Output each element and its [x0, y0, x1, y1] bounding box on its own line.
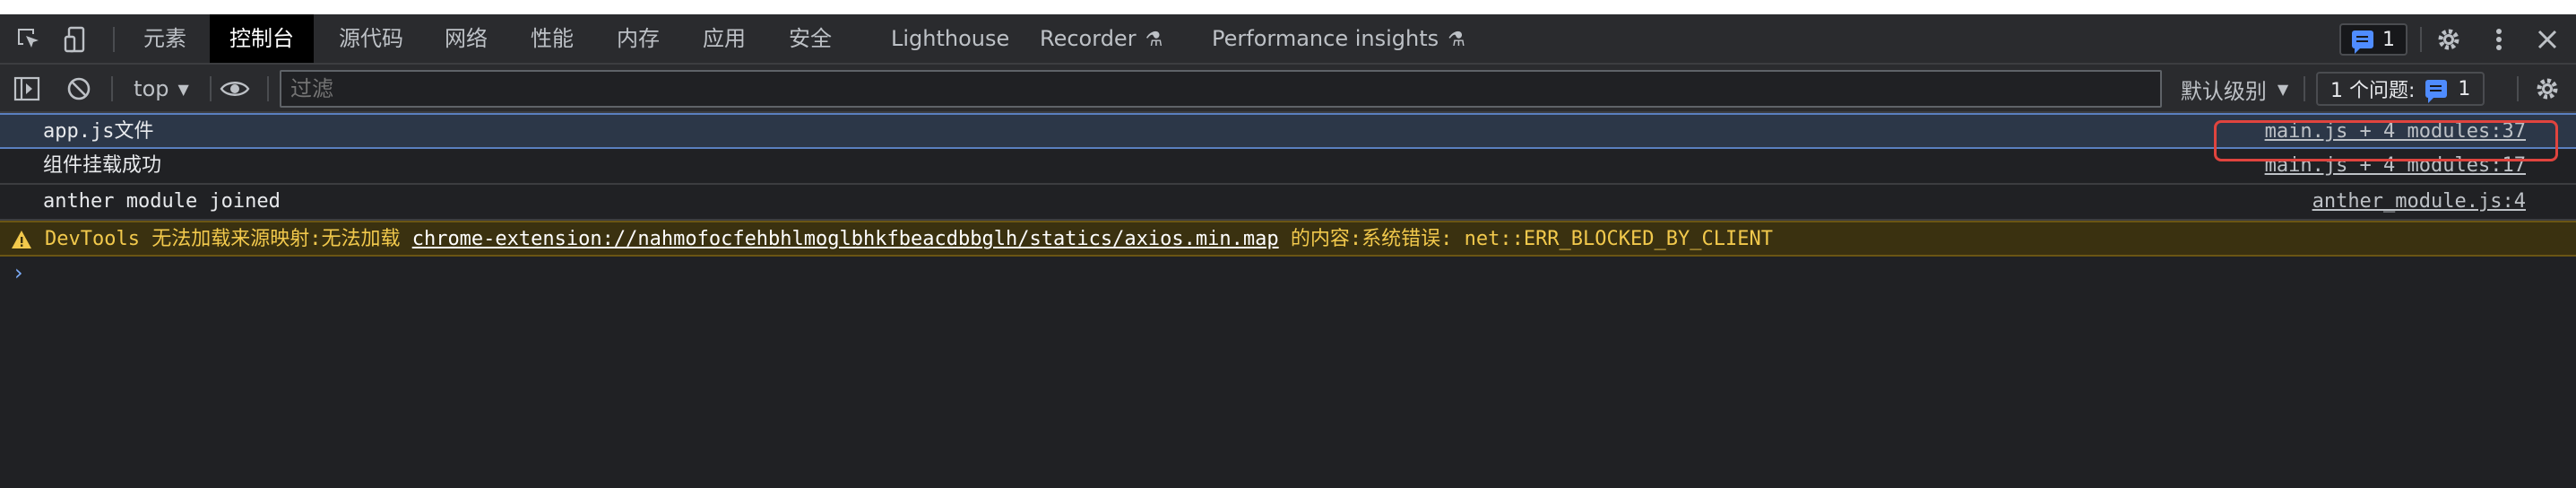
- console-message-text: app.js文件: [43, 120, 154, 143]
- tab-performance-insights-label: Performance insights: [1212, 26, 1439, 51]
- console-toolbar: top ▼ 默认级别 ▼ 1 个问题: 1: [0, 65, 2576, 113]
- more-vert-icon[interactable]: [2481, 22, 2517, 57]
- window-top-band: [0, 0, 2576, 14]
- device-toggle-icon[interactable]: [59, 22, 95, 57]
- tab-network[interactable]: 网络: [445, 14, 488, 63]
- context-selector-label: top: [134, 76, 169, 101]
- flask-icon: ⚗: [1145, 29, 1163, 51]
- tab-elements[interactable]: 元素: [143, 14, 186, 63]
- filter-input[interactable]: [280, 70, 2162, 108]
- tab-memory[interactable]: 内存: [617, 14, 660, 63]
- console-messages: app.js文件 main.js + 4 modules:37 组件挂载成功 m…: [0, 113, 2576, 292]
- source-link[interactable]: anther_module.js:4: [2312, 185, 2526, 219]
- log-levels-dropdown[interactable]: 默认级别 ▼: [2176, 71, 2293, 107]
- devtools-tab-bar: 元素 控制台 源代码 网络 性能 内存 应用 安全 Lighthouse Rec…: [0, 14, 2576, 65]
- tab-sources[interactable]: 源代码: [339, 14, 403, 63]
- tab-lighthouse[interactable]: Lighthouse: [891, 14, 1009, 63]
- tab-performance[interactable]: 性能: [531, 14, 574, 63]
- warning-triangle-icon: [12, 231, 31, 248]
- eye-icon[interactable]: [215, 71, 255, 107]
- issues-badge-button[interactable]: 1: [2339, 23, 2407, 56]
- context-selector[interactable]: top ▼: [125, 71, 197, 107]
- tab-console[interactable]: 控制台: [210, 14, 314, 63]
- console-settings-gear-icon[interactable]: [2529, 71, 2565, 107]
- clear-console-icon[interactable]: [61, 71, 97, 107]
- inspect-element-icon[interactable]: [11, 22, 47, 57]
- prompt-chevron-icon: ›: [14, 260, 23, 285]
- warning-suffix: 的内容:系统错误: net::ERR_BLOCKED_BY_CLIENT: [1290, 228, 1773, 250]
- tab-performance-insights[interactable]: Performance insights ⚗: [1212, 14, 1465, 63]
- toolbar-separator: [210, 76, 212, 101]
- toolbar-separator: [2304, 76, 2305, 101]
- issues-count-label: 1 个问题:: [2330, 80, 2416, 102]
- console-message-row[interactable]: anther module joined anther_module.js:4: [0, 185, 2576, 221]
- log-levels-label: 默认级别: [2180, 78, 2267, 104]
- tab-separator: [2420, 27, 2422, 52]
- console-prompt[interactable]: ›: [0, 257, 2576, 292]
- console-warning-row[interactable]: DevTools 无法加载来源映射:无法加载 chrome-extension:…: [0, 221, 2576, 257]
- toolbar-separator: [2517, 76, 2519, 101]
- flask-icon: ⚗: [1448, 29, 1465, 51]
- warning-prefix: DevTools 无法加载来源映射:无法加载: [45, 228, 401, 250]
- tab-application[interactable]: 应用: [703, 14, 746, 63]
- chevron-down-icon: ▼: [177, 80, 189, 98]
- toolbar-separator: [267, 76, 269, 101]
- console-message-row[interactable]: app.js文件 main.js + 4 modules:37: [0, 113, 2576, 149]
- issues-message-icon: [2425, 80, 2448, 103]
- warning-message: DevTools 无法加载来源映射:无法加载 chrome-extension:…: [45, 222, 1773, 257]
- close-icon[interactable]: [2529, 22, 2565, 57]
- settings-gear-icon[interactable]: [2431, 22, 2467, 57]
- console-message-row[interactable]: 组件挂载成功 main.js + 4 modules:17: [0, 149, 2576, 185]
- sidebar-toggle-icon[interactable]: [9, 71, 45, 107]
- chevron-down-icon: ▼: [2277, 80, 2289, 98]
- tab-separator: [113, 27, 115, 52]
- console-message-text: 组件挂载成功: [43, 154, 162, 177]
- tab-recorder[interactable]: Recorder ⚗: [1040, 14, 1163, 63]
- issues-count-value: 1: [2458, 77, 2471, 100]
- annotation-highlight-box: [2214, 120, 2558, 161]
- issues-count-button[interactable]: 1 个问题: 1: [2316, 72, 2485, 106]
- issues-message-icon: [2352, 30, 2373, 54]
- tab-security[interactable]: 安全: [789, 14, 832, 63]
- issues-badge-count: 1: [2382, 28, 2395, 51]
- tab-recorder-label: Recorder: [1040, 26, 1137, 51]
- warning-source-map-link[interactable]: chrome-extension://nahmofocfehbhlmoglbhk…: [412, 228, 1279, 250]
- console-message-text: anther module joined: [43, 190, 281, 213]
- toolbar-separator: [111, 76, 113, 101]
